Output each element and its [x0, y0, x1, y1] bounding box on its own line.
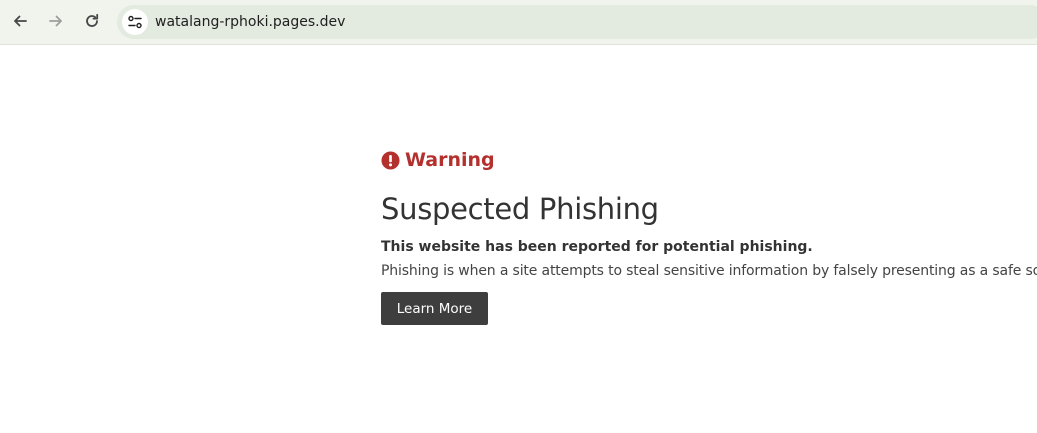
reload-button[interactable] [77, 6, 107, 36]
back-button[interactable] [5, 6, 35, 36]
warning-description: Phishing is when a site attempts to stea… [381, 263, 1037, 279]
reload-icon [86, 13, 99, 27]
forward-button[interactable] [41, 6, 71, 36]
warning-subheading: This website has been reported for poten… [381, 239, 813, 255]
interstitial-content: Warning Suspected Phishing This website … [381, 140, 1037, 325]
warning-header: Warning [381, 140, 1037, 180]
page-title: Suspected Phishing [381, 192, 659, 226]
forward-arrow-icon [49, 15, 62, 27]
tune-icon [128, 15, 142, 29]
browser-toolbar: watalang-rphoki.pages.dev [0, 0, 1037, 45]
url-text[interactable]: watalang-rphoki.pages.dev [155, 13, 345, 31]
site-info-button[interactable] [122, 9, 148, 35]
exclamation-circle-icon [381, 150, 400, 170]
address-bar[interactable]: watalang-rphoki.pages.dev [117, 5, 1037, 39]
warning-label: Warning [405, 149, 495, 171]
learn-more-button[interactable]: Learn More [381, 292, 488, 325]
back-arrow-icon [14, 15, 27, 27]
